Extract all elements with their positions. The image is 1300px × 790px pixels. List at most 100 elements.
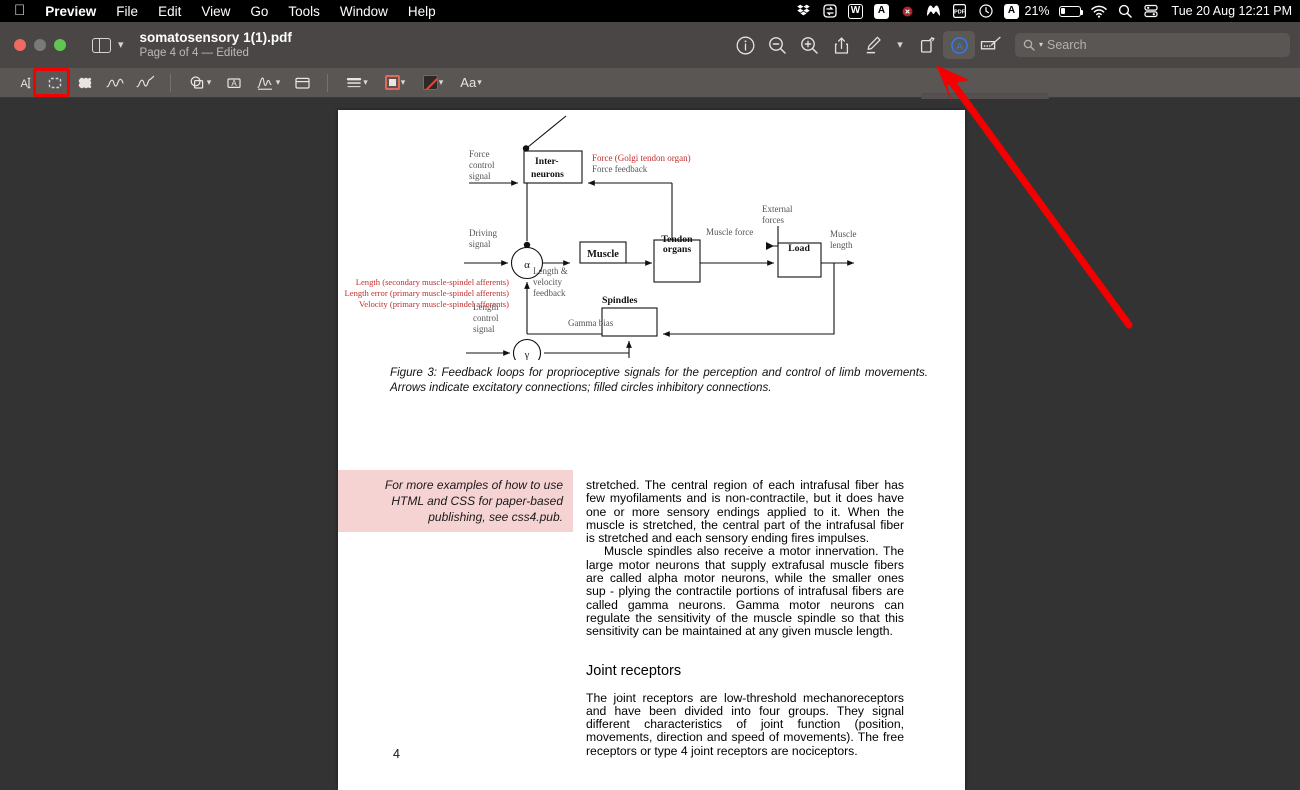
menu-item-preview[interactable]: Preview (35, 4, 106, 19)
window-toolbar: ▾ A ▾ Search (729, 22, 1300, 68)
sidebar-toggle-button[interactable]: ▾ (66, 37, 124, 53)
zoom-out-button[interactable] (761, 31, 793, 59)
search-input[interactable]: ▾ Search (1015, 33, 1290, 57)
search-scope-chevron-icon[interactable]: ▾ (1039, 41, 1043, 49)
pdf-page[interactable]: Inter- neurons Force control signal Forc… (338, 110, 965, 790)
signature-button[interactable] (975, 31, 1007, 59)
chevron-down-icon[interactable]: ▾ (477, 77, 482, 88)
instant-alpha-tool[interactable] (70, 71, 100, 95)
draw-tool[interactable] (130, 71, 160, 95)
figure-3-diagram: Inter- neurons Force control signal Forc… (338, 110, 965, 360)
wifi-icon[interactable] (1086, 0, 1112, 22)
annotate-button[interactable]: A (943, 31, 975, 59)
traffic-light-buttons (0, 39, 66, 51)
zoom-button[interactable] (54, 39, 66, 51)
body-paragraph-1: stretched. The central region of each in… (586, 478, 904, 546)
figure-caption: Figure 3: Feedback loops for propriocept… (390, 366, 928, 394)
clock-history-icon[interactable] (973, 0, 999, 22)
red-square-swatch-icon (384, 75, 400, 90)
spotlight-search-icon[interactable] (1112, 0, 1138, 22)
markup-dropdown[interactable]: ▾ (889, 31, 911, 59)
text-selection-tool[interactable]: A (10, 71, 40, 95)
menu-item-window[interactable]: Window (330, 4, 398, 19)
search-icon (1023, 39, 1035, 51)
sync-arrow-icon[interactable] (817, 0, 843, 22)
menu-item-file[interactable]: File (106, 4, 148, 19)
svg-text:feedback: feedback (533, 288, 566, 298)
svg-text:External: External (762, 204, 793, 214)
chevron-down-icon: ▾ (897, 38, 903, 51)
body-paragraph-2: Muscle spindles also receive a motor inn… (586, 544, 904, 639)
svg-text:velocity: velocity (533, 277, 562, 287)
shapes-tool[interactable]: ▾ (181, 71, 219, 95)
record-dot-icon[interactable] (895, 0, 921, 22)
zoom-in-button[interactable] (793, 31, 825, 59)
svg-text:length: length (830, 240, 853, 250)
svg-text:organs: organs (663, 244, 691, 255)
svg-text:Force: Force (469, 149, 490, 159)
adobe-a-icon[interactable]: A (869, 0, 895, 22)
chevron-down-icon[interactable]: ▾ (207, 77, 212, 88)
markup-toolbar: A ▾ A ▾ ▾ ▾ ▾ Aa ▾ (0, 68, 1300, 98)
svg-text:Load: Load (788, 243, 810, 254)
menu-bar-clock[interactable]: Tue 20 Aug 12:21 PM (1164, 4, 1292, 18)
minimize-button[interactable] (34, 39, 46, 51)
chevron-down-icon[interactable]: ▾ (363, 77, 368, 88)
apple-logo-icon[interactable]:  (10, 3, 35, 20)
body-paragraph-3: The joint receptors are low-threshold me… (586, 690, 904, 758)
search-placeholder: Search (1047, 38, 1087, 52)
menu-item-edit[interactable]: Edit (148, 4, 191, 19)
svg-text:signal: signal (469, 239, 491, 249)
svg-text:Length &: Length & (533, 266, 568, 276)
document-title[interactable]: somatosensory 1(1).pdf (140, 30, 292, 46)
text-tool[interactable]: A (219, 71, 249, 95)
info-button[interactable] (729, 31, 761, 59)
share-button[interactable] (825, 31, 857, 59)
malwarebytes-m-icon[interactable] (921, 0, 947, 22)
fill-color-dropdown[interactable]: ▾ (414, 71, 452, 95)
body-column: stretched. The central region of each in… (586, 478, 904, 758)
battery-icon[interactable] (1054, 0, 1086, 22)
text-input-a-icon[interactable]: A (999, 0, 1025, 22)
close-button[interactable] (14, 39, 26, 51)
svg-text:A: A (956, 41, 963, 52)
note-tool[interactable] (287, 71, 317, 95)
menu-item-tools[interactable]: Tools (278, 4, 330, 19)
svg-text:Driving: Driving (469, 228, 497, 238)
svg-text:Gamma bias: Gamma bias (568, 318, 614, 328)
chevron-down-icon[interactable]: ▾ (401, 77, 406, 88)
rotate-page-button[interactable] (911, 31, 943, 59)
battery-percent-label: 21% (1024, 4, 1050, 18)
callout-text: For more examples of how to use HTML and… (384, 478, 563, 524)
menu-item-go[interactable]: Go (240, 4, 278, 19)
border-color-dropdown[interactable]: ▾ (376, 71, 414, 95)
svg-text:Length: Length (473, 302, 499, 312)
window-title-bar: ▾ somatosensory 1(1).pdf Page 4 of 4 — E… (0, 22, 1300, 68)
menu-item-help[interactable]: Help (398, 4, 446, 19)
document-content-area[interactable]: Inter- neurons Force control signal Forc… (0, 99, 1300, 790)
font-style-dropdown[interactable]: Aa ▾ (452, 71, 490, 95)
preview-window: ▾ somatosensory 1(1).pdf Page 4 of 4 — E… (0, 22, 1300, 790)
sign-tool[interactable]: ▾ (249, 71, 287, 95)
control-center-icon[interactable] (1138, 0, 1164, 22)
rectangular-selection-tool[interactable] (40, 71, 70, 95)
svg-text:Length (secondary muscle-spind: Length (secondary muscle-spindel afferen… (356, 277, 509, 287)
dropbox-icon[interactable] (791, 0, 817, 22)
menu-bar-status-area: W A PDF A 21% Tue 20 Aug 12:21 PM (791, 0, 1300, 22)
chevron-down-icon[interactable]: ▾ (439, 77, 444, 88)
screen:  Preview File Edit View Go Tools Window… (0, 0, 1300, 790)
menu-bar:  Preview File Edit View Go Tools Window… (0, 0, 1300, 22)
pdf-icon[interactable]: PDF (947, 0, 973, 22)
toolbar-separator-1 (170, 73, 171, 92)
svg-text:control: control (469, 160, 495, 170)
menu-item-view[interactable]: View (191, 4, 240, 19)
font-style-label: Aa (460, 75, 477, 90)
chevron-down-icon[interactable]: ▾ (276, 77, 281, 88)
border-style-dropdown[interactable]: ▾ (338, 71, 376, 95)
svg-text:Muscle: Muscle (587, 249, 619, 260)
no-fill-swatch-icon (422, 75, 438, 90)
word-w-icon[interactable]: W (843, 0, 869, 22)
sketch-tool[interactable] (100, 71, 130, 95)
markup-button[interactable] (857, 31, 889, 59)
menu-bar-items:  Preview File Edit View Go Tools Window… (0, 3, 446, 20)
